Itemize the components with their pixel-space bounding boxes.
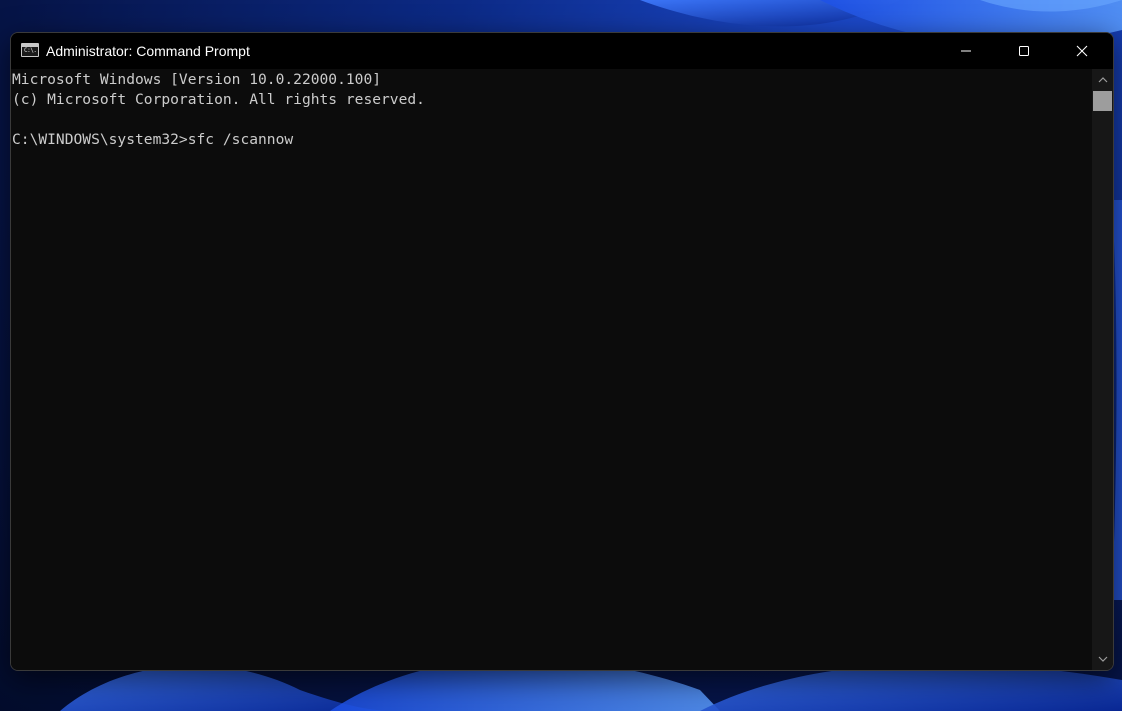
close-button[interactable] (1053, 33, 1111, 69)
vertical-scrollbar[interactable] (1092, 69, 1113, 670)
minimize-button[interactable] (937, 33, 995, 69)
console-line-copyright: (c) Microsoft Corporation. All rights re… (12, 91, 425, 108)
maximize-button[interactable] (995, 33, 1053, 69)
console-prompt-command[interactable]: C:\WINDOWS\system32>sfc /scannow (12, 130, 293, 150)
scroll-thumb[interactable] (1093, 91, 1112, 111)
command-prompt-window[interactable]: C:\. Administrator: Command Prompt Micro… (10, 32, 1114, 671)
maximize-icon (1019, 46, 1029, 56)
app-icon-text: C:\. (24, 47, 37, 54)
minimize-icon (961, 50, 971, 52)
console-output[interactable]: Microsoft Windows [Version 10.0.22000.10… (11, 69, 1092, 670)
chevron-up-icon (1098, 77, 1107, 83)
window-title: Administrator: Command Prompt (46, 43, 250, 59)
scroll-up-button[interactable] (1092, 71, 1113, 89)
close-icon (1076, 45, 1088, 57)
chevron-down-icon (1098, 656, 1107, 662)
command-prompt-icon[interactable]: C:\. (21, 43, 39, 57)
scroll-down-button[interactable] (1092, 650, 1113, 668)
title-bar[interactable]: C:\. Administrator: Command Prompt (11, 33, 1113, 69)
console-line-version: Microsoft Windows [Version 10.0.22000.10… (12, 71, 382, 88)
